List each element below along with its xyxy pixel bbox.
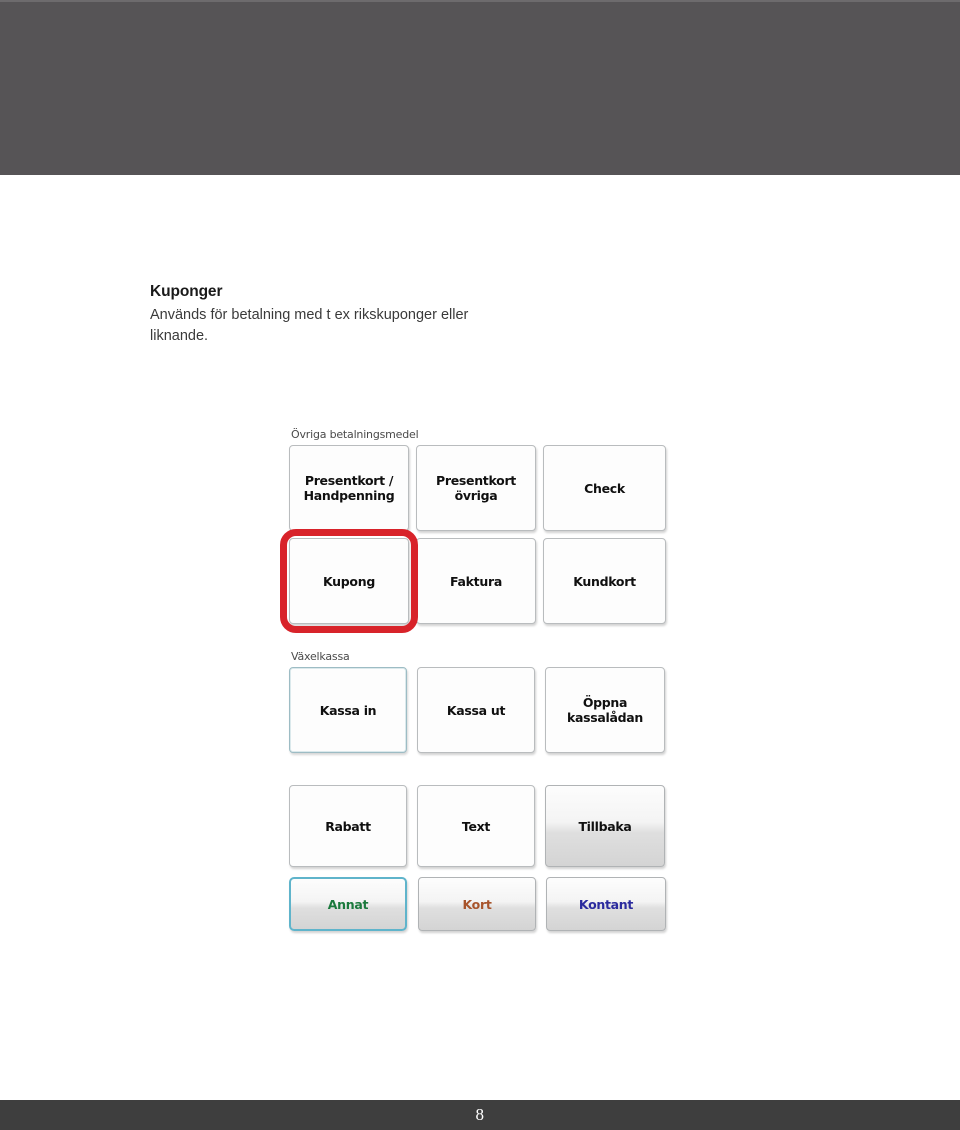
pos-button-kupong[interactable]: Kupong: [289, 538, 409, 624]
group-label-ovriga-betalningsmedel: Övriga betalningsmedel: [291, 428, 419, 441]
pos-button-kundkort[interactable]: Kundkort: [543, 538, 666, 624]
page-footer-band: 8: [0, 1100, 960, 1130]
button-row: Rabatt Text Tillbaka: [289, 785, 681, 867]
button-row: Annat Kort Kontant: [289, 877, 681, 931]
pos-button-kontant[interactable]: Kontant: [546, 877, 666, 931]
pos-button-kort[interactable]: Kort: [418, 877, 536, 931]
pos-button-oppna-kassaladan[interactable]: Öppna kassalådan: [545, 667, 665, 753]
button-group-actions: Rabatt Text Tillbaka Annat Kort Kontant: [289, 785, 681, 931]
button-row: Kassa in Kassa ut Öppna kassalådan: [289, 667, 681, 753]
pos-button-check[interactable]: Check: [543, 445, 666, 531]
button-group-ovriga-betalningsmedel: Övriga betalningsmedel Presentkort / Han…: [280, 428, 681, 633]
pos-button-presentkort-handpenning[interactable]: Presentkort / Handpenning: [289, 445, 409, 531]
article-text-block: Kuponger Används för betalning med t ex …: [150, 283, 480, 347]
pos-button-kassa-ut[interactable]: Kassa ut: [417, 667, 535, 753]
page-number: 8: [475, 1105, 485, 1124]
pos-button-presentkort-ovriga[interactable]: Presentkort övriga: [416, 445, 536, 531]
pos-button-text[interactable]: Text: [417, 785, 535, 867]
group-label-vaxelkassa: Växelkassa: [291, 650, 350, 663]
article-body-text: Används för betalning med t ex rikskupon…: [150, 307, 469, 344]
pos-button-kupong-wrapper: Kupong: [280, 529, 418, 633]
page-header-band: [0, 0, 960, 175]
button-group-vaxelkassa: Växelkassa Kassa in Kassa ut Öppna kassa…: [289, 650, 681, 753]
button-row: Kupong Faktura Kundkort: [280, 529, 681, 633]
pos-screenshot-panel: Övriga betalningsmedel Presentkort / Han…: [280, 428, 681, 993]
pos-button-tillbaka[interactable]: Tillbaka: [545, 785, 665, 867]
page-title: Kuponger: [150, 283, 223, 300]
button-row: Presentkort / Handpenning Presentkort öv…: [289, 445, 681, 531]
pos-button-annat[interactable]: Annat: [289, 877, 407, 931]
pos-button-rabatt[interactable]: Rabatt: [289, 785, 407, 867]
pos-button-faktura[interactable]: Faktura: [416, 538, 536, 624]
pos-button-kassa-in[interactable]: Kassa in: [289, 667, 407, 753]
